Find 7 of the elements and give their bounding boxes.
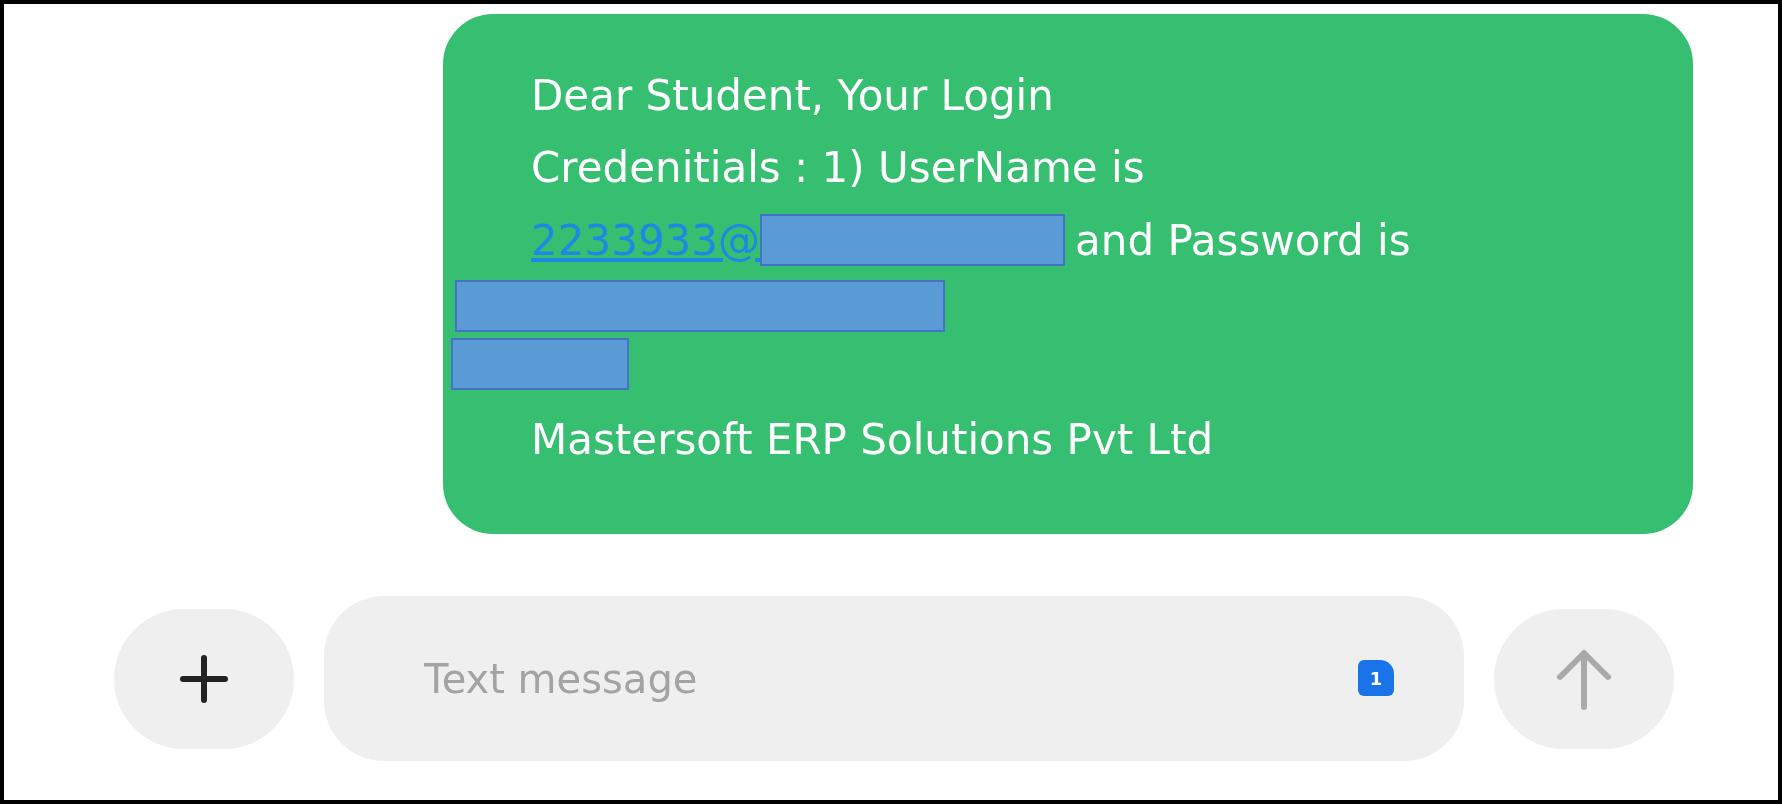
email-link[interactable]: 2233933@ [531,208,761,272]
plus-icon [179,653,229,704]
message-text: and Password is [1075,214,1411,267]
message-text: Dear Student, Your Login [531,71,1054,120]
message-text: Credenitials : 1) UserName is [531,143,1145,192]
sim-badge: 1 [1358,660,1394,696]
message-text: Mastersoft ERP Solutions Pvt Ltd [531,415,1214,464]
